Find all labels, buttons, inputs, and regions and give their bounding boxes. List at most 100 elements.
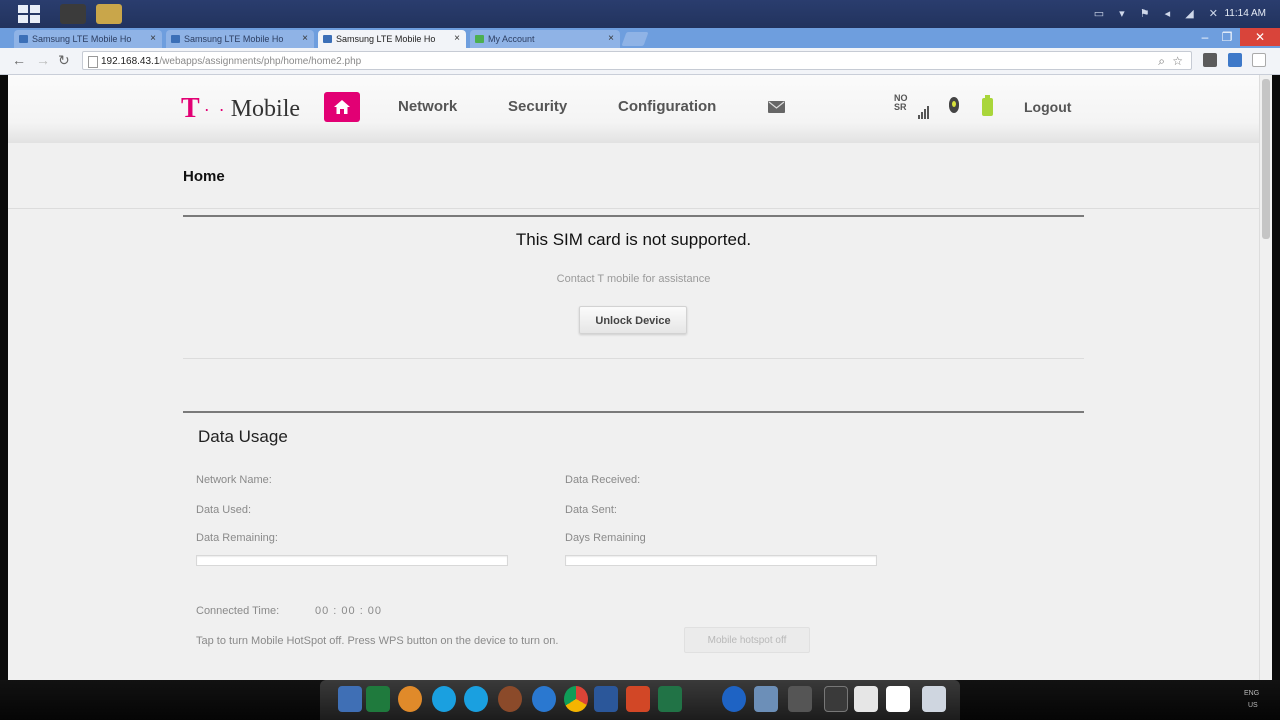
app-dock [320, 680, 960, 720]
recycle-bin-icon[interactable] [922, 686, 946, 712]
divider [8, 208, 1271, 209]
url-path: /webapps/assignments/php/home/home2.php [159, 56, 362, 67]
window-close-button[interactable]: ✕ [1240, 28, 1280, 46]
search-icon[interactable]: ⌕ [1158, 52, 1165, 71]
divider [183, 358, 1084, 359]
page-favicon-icon [323, 35, 332, 43]
battery-icon [982, 95, 993, 116]
data-remaining-progress [196, 555, 508, 566]
calendar-icon[interactable] [886, 686, 910, 712]
extension-icon[interactable] [1228, 53, 1242, 67]
app-icon[interactable] [754, 686, 778, 712]
app-icon[interactable] [824, 686, 848, 712]
data-sent-label: Data Sent: [565, 504, 617, 516]
app-icon[interactable] [788, 686, 812, 712]
page-icon [88, 56, 98, 68]
extension-icon[interactable] [1203, 53, 1217, 67]
nav-security[interactable]: Security [508, 98, 567, 115]
word-icon[interactable] [594, 686, 618, 712]
scrollbar-thumb[interactable] [1262, 79, 1270, 239]
skype-icon[interactable] [464, 686, 488, 712]
logo-wordmark: Mobile [230, 95, 301, 122]
app-icon[interactable] [854, 686, 878, 712]
skype-icon[interactable] [432, 686, 456, 712]
section-rule [183, 411, 1084, 413]
tab-close-icon[interactable]: × [608, 30, 614, 48]
sim-error-subtitle: Contact T mobile for assistance [556, 273, 711, 285]
page-favicon-icon [475, 35, 484, 43]
reload-icon[interactable]: ↻ [58, 52, 70, 69]
browser-tab[interactable]: Samsung LTE Mobile Ho × [14, 30, 162, 48]
home-button[interactable] [324, 92, 360, 122]
forward-arrow-icon[interactable]: → [36, 52, 50, 68]
page-favicon-icon [171, 35, 180, 43]
nav-network[interactable]: Network [398, 98, 457, 115]
excel-icon[interactable] [658, 686, 682, 712]
signal-status: NO SR [894, 94, 908, 112]
signal-bars-icon [918, 101, 930, 119]
internet-explorer-icon[interactable] [532, 686, 556, 712]
network-name-label: Network Name: [196, 474, 272, 486]
tab-label: Samsung LTE Mobile Ho [336, 34, 436, 44]
logo-t: T [181, 93, 200, 124]
nav-configuration[interactable]: Configuration [618, 98, 716, 115]
bookmark-star-icon[interactable]: ☆ [1172, 52, 1183, 71]
sim-error-title: This SIM card is not supported. [515, 230, 752, 249]
tab-close-icon[interactable]: × [302, 30, 308, 48]
page-favicon-icon [19, 35, 28, 43]
back-arrow-icon[interactable]: ← [12, 52, 26, 68]
clock: 11:14 AM [1224, 8, 1266, 19]
tab-close-icon[interactable]: × [454, 30, 460, 48]
menu-icon[interactable] [1252, 53, 1266, 67]
section-rule [183, 215, 1084, 217]
windows-taskbar-top: ▭ ▾ ⚑ ◂ ◢ ✕ 11:14 AM [0, 0, 1280, 28]
powerpoint-icon[interactable] [626, 686, 650, 712]
signal-sr: SR [894, 102, 907, 112]
days-remaining-progress [565, 555, 877, 566]
unlock-device-button[interactable]: Unlock Device [579, 306, 687, 334]
browser-toolbar: ← → ↻ 192.168.43.1/webapps/assignments/p… [0, 48, 1280, 75]
data-received-label: Data Received: [565, 474, 641, 486]
router-admin-page: T · · Mobile Network Security Configurat… [8, 75, 1271, 680]
tab-close-icon[interactable]: × [150, 30, 156, 48]
url-host: 192.168.43.1 [101, 56, 160, 67]
user-app-icon[interactable] [338, 686, 362, 712]
windows-taskbar-bottom: ENG US [0, 680, 1280, 720]
tab-label: Samsung LTE Mobile Ho [184, 34, 284, 44]
app-icon[interactable] [722, 686, 746, 712]
data-remaining-label: Data Remaining: [196, 532, 278, 544]
chrome-icon[interactable] [564, 686, 588, 712]
new-tab-button[interactable] [621, 32, 649, 46]
system-tray-icons[interactable]: ▭ ▾ ⚑ ◂ ◢ ✕ [1094, 7, 1224, 20]
browser-tab[interactable]: Samsung LTE Mobile Ho × [166, 30, 314, 48]
tmobile-logo[interactable]: T · · Mobile [181, 93, 301, 124]
days-remaining-label: Days Remaining [565, 532, 646, 544]
address-bar[interactable]: 192.168.43.1/webapps/assignments/php/hom… [82, 51, 1192, 70]
windows-start-icon[interactable] [18, 5, 40, 23]
excel-icon[interactable] [366, 686, 390, 712]
page-scrollbar[interactable] [1259, 75, 1272, 680]
app-icon[interactable] [398, 686, 422, 712]
home-icon [334, 100, 350, 114]
app-icon[interactable] [498, 686, 522, 712]
connected-time-value: 00 : 00 : 00 [315, 605, 383, 617]
connected-time-label: Connected Time: [196, 605, 280, 617]
chrome-taskbar-icon[interactable] [96, 4, 122, 24]
language-indicator[interactable]: ENG [1244, 690, 1259, 697]
pinned-app-icon[interactable] [60, 4, 86, 24]
data-used-label: Data Used: [196, 504, 252, 516]
connection-status-icon [949, 97, 959, 113]
breadcrumb: Home [183, 168, 225, 185]
tab-strip: Samsung LTE Mobile Ho × Samsung LTE Mobi… [0, 28, 1280, 48]
site-header: T · · Mobile Network Security Configurat… [8, 75, 1271, 143]
browser-tab-active[interactable]: Samsung LTE Mobile Ho × [318, 30, 466, 48]
logout-link[interactable]: Logout [1024, 99, 1071, 115]
restore-button[interactable]: ❐ [1214, 28, 1240, 46]
mobile-hotspot-button[interactable]: Mobile hotspot off [684, 627, 810, 653]
region-indicator[interactable]: US [1248, 702, 1258, 709]
envelope-icon[interactable] [768, 101, 785, 113]
browser-tab[interactable]: My Account × [470, 30, 620, 48]
tab-label: Samsung LTE Mobile Ho [32, 34, 132, 44]
data-usage-title: Data Usage [198, 427, 288, 446]
tab-label: My Account [488, 34, 535, 44]
